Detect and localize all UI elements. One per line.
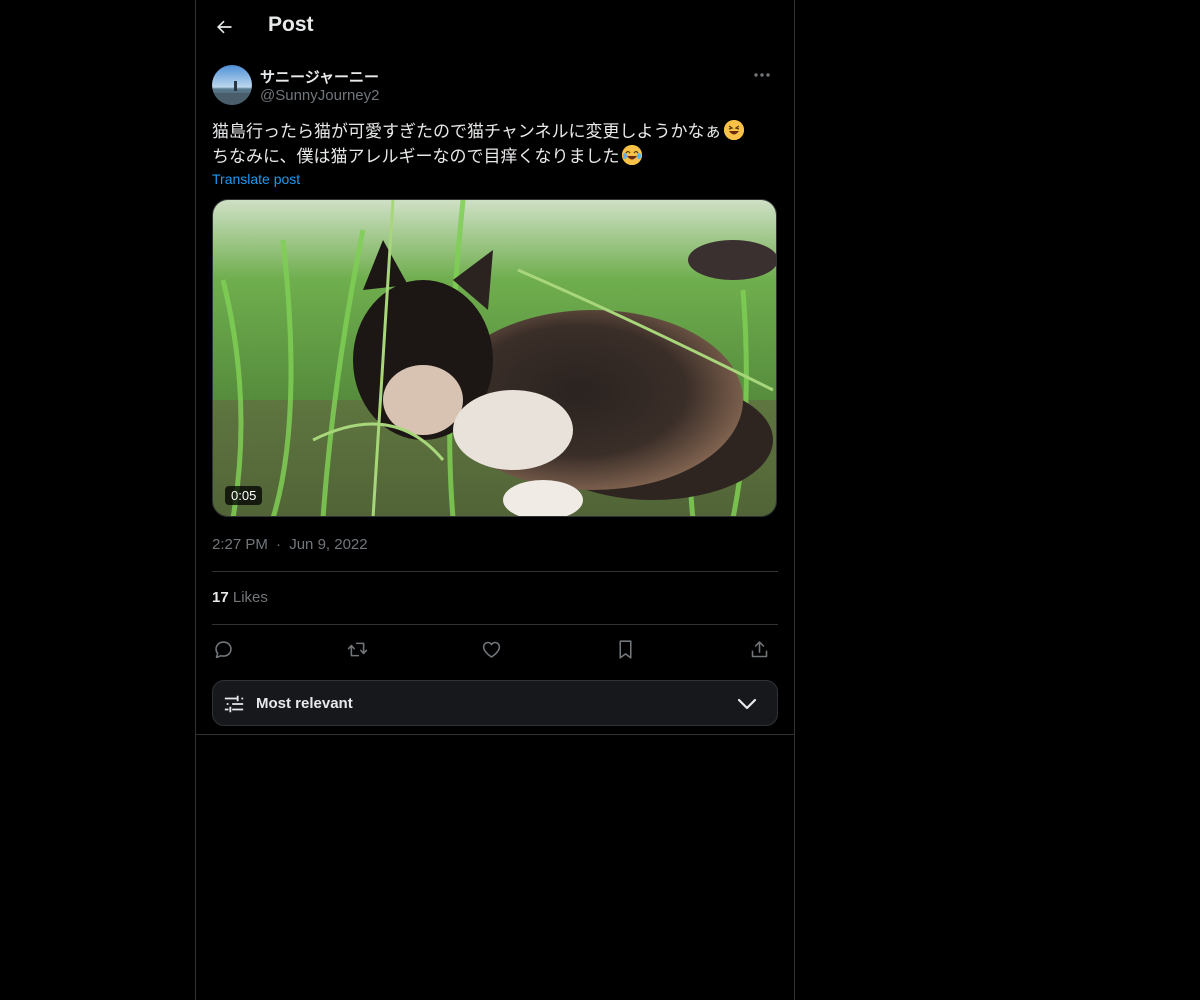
post-timestamp[interactable]: 2:27 PM · Jun 9, 2022 [212,536,368,553]
back-button[interactable] [206,9,242,45]
page-header: Post [196,0,794,54]
repost-button[interactable] [344,636,370,662]
like-icon [482,641,500,658]
translate-post-link[interactable]: Translate post [212,171,300,187]
face-with-tears-of-joy-emoji [621,145,642,165]
chevron-down-icon [737,698,757,710]
grinning-squinting-face-emoji [723,120,744,140]
likes-count-link[interactable]: 17 Likes [212,589,268,606]
more-options-button[interactable] [746,64,778,86]
post-time: 2:27 PM [212,536,268,553]
reply-button[interactable] [210,636,236,662]
divider [196,734,794,735]
post-date: Jun 9, 2022 [289,536,368,553]
more-horizontal-icon [754,73,770,77]
avatar[interactable] [212,65,252,105]
main-column: Post サニージャーニー @SunnyJourney2 猫島行ったら猫が可愛す… [195,0,795,1000]
divider [212,624,778,625]
author-display-name[interactable]: サニージャーニー [260,66,379,87]
post-text-line: 猫島行ったら猫が可愛すぎたので猫チャンネルに変更しようかなぁ [212,119,778,144]
share-icon [751,640,767,657]
post-video[interactable]: 0:05 [212,199,777,517]
likes-label: Likes [232,589,268,606]
bookmark-button[interactable] [612,636,638,662]
like-button[interactable] [478,636,504,662]
video-thumbnail [213,200,776,516]
repost-icon [347,642,367,656]
divider [212,571,778,572]
post-text-line-2: ちなみに、僕は猫アレルギーなので目痒くなりました [212,147,620,166]
share-button[interactable] [746,636,772,662]
reply-sort-dropdown[interactable]: Most relevant [212,680,778,726]
sliders-icon [224,695,244,713]
sort-label: Most relevant [256,695,353,712]
post-actions-bar [212,636,778,662]
author-handle[interactable]: @SunnyJourney2 [260,87,379,104]
timestamp-separator: · [276,536,282,553]
post-text-line-1: 猫島行ったら猫が可愛すぎたので猫チャンネルに変更しようかなぁ [212,122,722,141]
video-duration: 0:05 [225,486,263,505]
post-text-line: ちなみに、僕は猫アレルギーなので目痒くなりました [212,144,778,169]
arrow-left-icon [217,20,232,34]
post-author: サニージャーニー @SunnyJourney2 [212,64,778,108]
reply-icon [214,640,232,658]
bookmark-icon [618,639,632,659]
post-text: 猫島行ったら猫が可愛すぎたので猫チャンネルに変更しようかなぁ ちなみに、僕は猫ア… [212,119,778,169]
page-title: Post [268,13,314,36]
likes-count: 17 [212,589,229,606]
